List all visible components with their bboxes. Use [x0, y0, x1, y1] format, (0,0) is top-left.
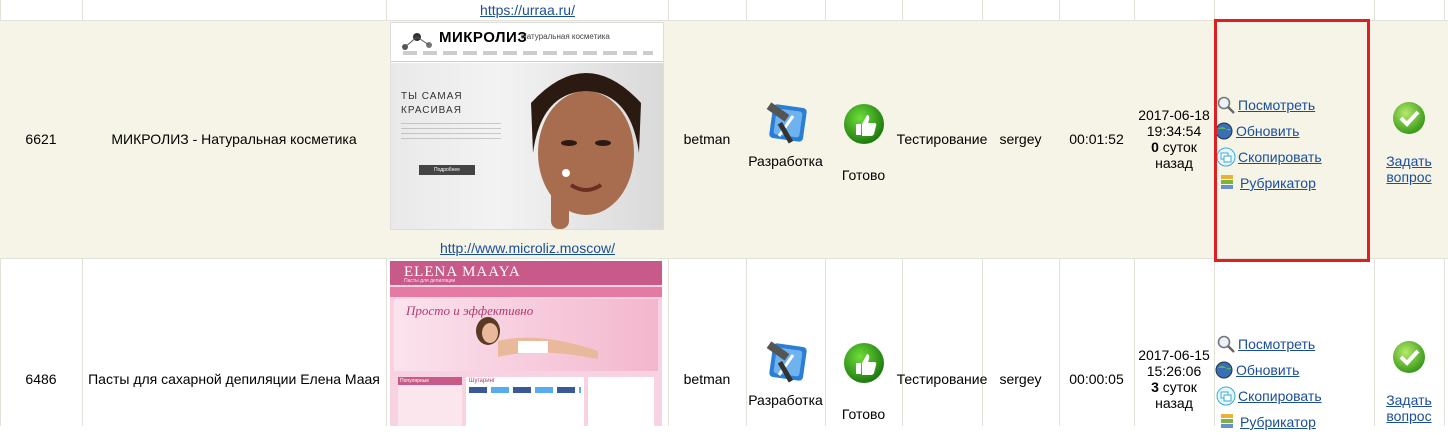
updated-date: 2017-06-15 — [1138, 347, 1210, 363]
checkmark-icon — [1393, 102, 1425, 134]
xcode-hammer-icon — [766, 341, 807, 383]
globe-refresh-icon — [1215, 361, 1233, 379]
thumbnail-hero: ТЫ САМАЯ КРАСИВАЯ Подробнее — [391, 63, 663, 229]
thumbnail-headline2: КРАСИВАЯ — [401, 105, 462, 116]
days-suffix: суток назад — [1155, 139, 1197, 171]
thumbnail-headline1: ТЫ САМАЯ — [401, 91, 463, 102]
row-actions: Посмотреть Обновить Скопировать Рубрикат… — [1214, 331, 1369, 435]
ask-question-link[interactable]: Задать вопрос — [1386, 392, 1432, 424]
dev-label: Разработка — [748, 392, 823, 408]
row-id: 6486 — [25, 370, 57, 387]
stage-label: Тестирование — [896, 130, 988, 147]
dev-status: Разработка — [746, 98, 825, 170]
copy-icon — [1216, 386, 1236, 406]
rubric-link[interactable]: Рубрикатор — [1240, 414, 1316, 430]
site-thumbnail[interactable]: ELENA MAAYA Пасты для депиляции Просто и… — [390, 261, 662, 426]
thumbnail-sidebar: Популярные — [398, 377, 462, 426]
thumbnail-content: Шугаринг — [466, 377, 584, 426]
dev-label: Разработка — [748, 153, 823, 169]
site-thumbnail[interactable]: МИКРОЛИЗ Натуральная косметика ТЫ САМАЯ … — [390, 22, 664, 230]
thumbs-up-icon — [843, 104, 884, 144]
site-url-link[interactable]: https://urraa.ru/ — [390, 2, 665, 18]
action-view[interactable]: Посмотреть — [1216, 331, 1369, 357]
thumbnail-tagline: Пасты для депиляции — [404, 278, 456, 284]
ready-label: Готово — [841, 167, 886, 183]
days-suffix: суток назад — [1155, 379, 1197, 411]
magnifier-icon — [1217, 335, 1235, 353]
ready-status: Готово — [825, 341, 902, 422]
table-row: 6486 Пасты для сахарной депиляции Елена … — [0, 259, 1448, 430]
update-link[interactable]: Обновить — [1236, 362, 1299, 378]
ready-label: Готово — [841, 406, 886, 422]
ask-question-link[interactable]: Задать вопрос — [1386, 153, 1432, 185]
thumbnail-hero: Просто и эффективно — [394, 299, 658, 371]
elapsed-time: 00:00:05 — [1069, 370, 1124, 387]
project-title: МИКРОЛИЗ - Натуральная косметика — [111, 130, 357, 147]
dev-status: Разработка — [746, 337, 825, 409]
action-rubric[interactable]: Рубрикатор — [1218, 409, 1369, 435]
view-link[interactable]: Посмотреть — [1238, 336, 1315, 352]
action-copy[interactable]: Скопировать — [1216, 383, 1369, 409]
stage-label: Тестирование — [896, 370, 988, 387]
updated-datetime: 2017-06-15 15:26:06 3 суток назад — [1134, 347, 1214, 411]
model-face-image — [531, 73, 641, 229]
ask-block: Задать вопрос — [1374, 100, 1444, 185]
ready-status: Готово — [825, 102, 902, 183]
stack-icon — [1221, 414, 1233, 428]
days-ago: 3 суток назад — [1134, 379, 1214, 411]
elapsed-time: 00:01:52 — [1069, 130, 1124, 147]
thumbnail-menu — [390, 287, 662, 297]
thumbnail-text — [401, 123, 501, 143]
thumbnail-header: ELENA MAAYA Пасты для депиляции — [390, 261, 662, 285]
updated-date: 2017-06-18 — [1138, 107, 1210, 123]
days-count: 3 — [1151, 379, 1159, 395]
xcode-hammer-icon — [766, 102, 807, 144]
assignee-name: sergey — [999, 130, 1042, 147]
thumbnail-sidebar-title: Популярные — [398, 377, 462, 385]
checkmark-icon — [1393, 341, 1425, 373]
thumbnail-content-title: Шугаринг — [469, 378, 496, 384]
days-ago: 0 суток назад — [1134, 139, 1214, 171]
ask-block: Задать вопрос — [1374, 339, 1444, 424]
updated-datetime: 2017-06-18 19:34:54 0 суток назад — [1134, 20, 1214, 258]
owner-name: betman — [683, 130, 731, 147]
days-count: 0 — [1151, 139, 1159, 155]
thumbs-up-icon — [843, 343, 884, 383]
thumbnail-tagline: Натуральная косметика — [521, 32, 610, 41]
row-id: 6621 — [25, 130, 57, 147]
thumbnail-header: МИКРОЛИЗ Натуральная косметика — [391, 23, 663, 62]
thumbnail-menu — [403, 51, 653, 55]
site-url-link[interactable]: http://www.microliz.moscow/ — [390, 240, 665, 256]
updated-time: 15:26:06 — [1146, 363, 1202, 379]
thumbnail-brand: МИКРОЛИЗ — [439, 29, 528, 46]
assignee-name: sergey — [999, 370, 1042, 387]
model-lying-image — [476, 317, 598, 359]
owner-name: betman — [683, 370, 731, 387]
thumbnail-form — [588, 377, 654, 426]
thumbnail-button: Подробнее — [419, 165, 475, 175]
updated-time: 19:34:54 — [1146, 123, 1202, 139]
annotation-frame — [1214, 19, 1370, 262]
project-title: Пасты для сахарной депиляции Елена Маая — [88, 370, 380, 387]
copy-link[interactable]: Скопировать — [1238, 388, 1322, 404]
thumbnail-share-buttons — [469, 387, 581, 393]
action-update[interactable]: Обновить — [1214, 357, 1369, 383]
